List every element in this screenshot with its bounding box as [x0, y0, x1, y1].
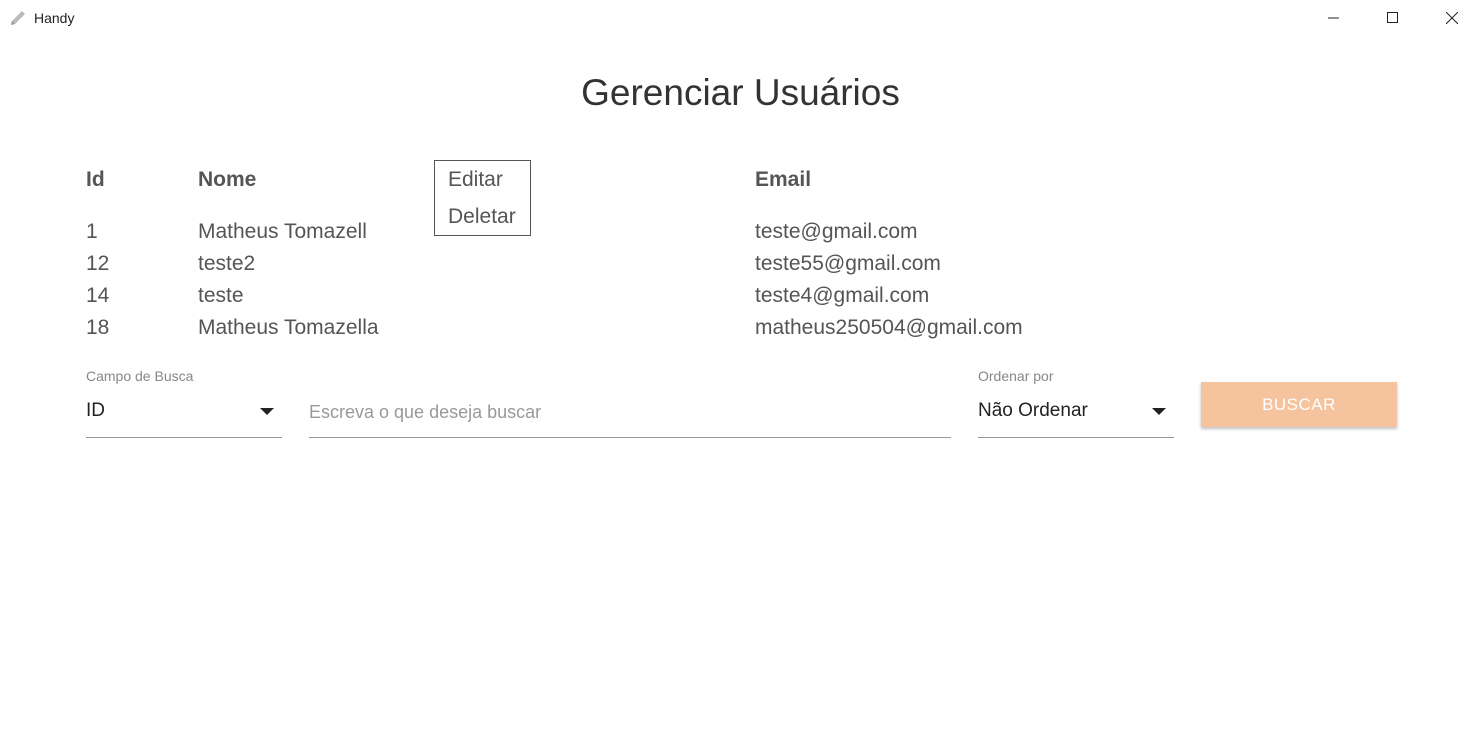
page-title: Gerenciar Usuários [581, 72, 900, 113]
search-field-value: ID [86, 400, 105, 421]
search-field-label: Campo de Busca [86, 368, 194, 384]
cell-id: 14 [86, 284, 110, 307]
column-header-id: Id [86, 168, 105, 191]
minimize-button[interactable] [1305, 0, 1363, 36]
cell-nome: teste [198, 284, 244, 307]
order-value: Não Ordenar [978, 400, 1088, 421]
minimize-icon [1328, 17, 1339, 19]
column-header-email: Email [755, 168, 812, 191]
cell-email: matheus250504@gmail.com [755, 316, 1023, 339]
chevron-down-icon [1152, 408, 1166, 415]
close-button[interactable] [1423, 0, 1481, 36]
order-label: Ordenar por [978, 368, 1054, 384]
cell-id: 1 [86, 220, 98, 243]
chevron-down-icon [260, 408, 274, 415]
cell-id: 18 [86, 316, 110, 339]
row-context-menu: Editar Deletar [434, 160, 531, 236]
search-input[interactable] [309, 396, 951, 438]
menu-item-editar[interactable]: Editar [448, 168, 503, 192]
maximize-icon [1387, 12, 1398, 23]
search-field-select[interactable]: ID [86, 396, 282, 438]
column-header-nome: Nome [198, 168, 257, 191]
cell-email: teste4@gmail.com [755, 284, 930, 307]
buscar-button[interactable]: BUSCAR [1201, 382, 1397, 427]
cell-nome: Matheus Tomazell [198, 220, 367, 243]
cell-email: teste@gmail.com [755, 220, 918, 243]
window-titlebar: Handy [0, 0, 1481, 36]
cell-nome: teste2 [198, 252, 256, 275]
cell-nome: Matheus Tomazella [198, 316, 379, 339]
maximize-button[interactable] [1364, 0, 1422, 36]
cell-id: 12 [86, 252, 110, 275]
menu-item-deletar[interactable]: Deletar [448, 205, 516, 229]
close-icon [1446, 12, 1458, 24]
pencil-icon [11, 11, 25, 25]
cell-email: teste55@gmail.com [755, 252, 941, 275]
order-select[interactable]: Não Ordenar [978, 396, 1174, 438]
window-title: Handy [34, 10, 75, 26]
